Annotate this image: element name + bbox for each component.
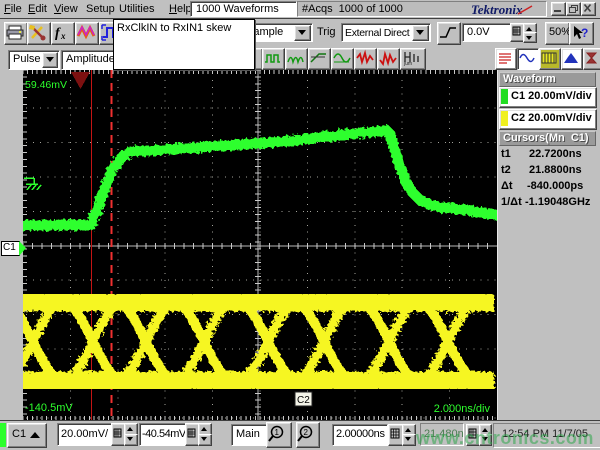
svg-text:-140.5mV: -140.5mV xyxy=(25,402,73,414)
svg-text:jum: jum xyxy=(403,61,412,67)
svg-text:2: 2 xyxy=(304,428,309,437)
svg-text:2.000ns/div: 2.000ns/div xyxy=(434,403,491,415)
svg-text:x: x xyxy=(60,31,66,41)
svg-text:59.46mV: 59.46mV xyxy=(25,79,67,91)
svg-text:?: ? xyxy=(581,26,588,40)
svg-text:1: 1 xyxy=(275,428,280,437)
svg-text:C2: C2 xyxy=(297,395,310,406)
